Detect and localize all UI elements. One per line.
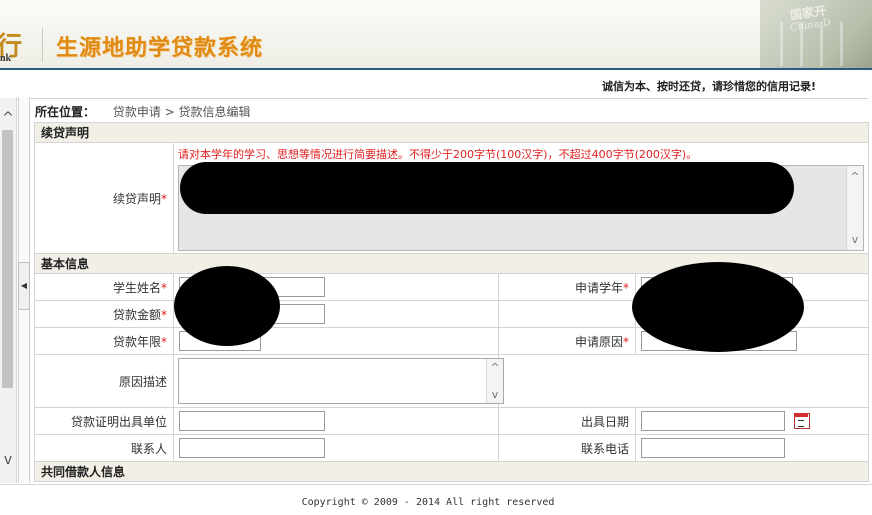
scroll-down-icon[interactable]: v [0, 450, 16, 470]
cert-unit-cell [173, 407, 499, 435]
reason-desc-cell: ^ v [173, 354, 504, 408]
breadcrumb-path: 贷款申请 > 贷款信息编辑 [112, 105, 251, 119]
app-header: 行 nk 生源地助学贷款系统 国家开 China D [0, 0, 872, 70]
issue-date-input[interactable] [641, 411, 785, 431]
building-window [800, 22, 803, 66]
empty-cell [498, 300, 636, 328]
redaction-mark [180, 162, 794, 214]
contact-phone-cell [634, 434, 870, 462]
building-banner-image: 国家开 China D [760, 0, 872, 68]
section-coborrower-title: 共同借款人信息 [33, 461, 870, 482]
scroll-up-icon[interactable]: ^ [0, 108, 16, 128]
scroll-thumb[interactable] [2, 130, 13, 388]
contact-phone-label: 联系电话 [498, 434, 636, 462]
header-divider [42, 28, 43, 62]
apply-reason-label: 申请原因* [498, 327, 636, 355]
building-window [820, 22, 823, 66]
cert-unit-input[interactable] [179, 411, 325, 431]
bank-logo-english: nk [0, 53, 12, 64]
loan-amount-label: 贷款金额* [34, 300, 174, 328]
credit-slogan: 诚信为本、按时还贷，请珍惜您的信用记录! [601, 80, 816, 93]
breadcrumb: 所在位置： 贷款申请 > 贷款信息编辑 [35, 103, 251, 120]
slogan-bar: 诚信为本、按时还贷，请珍惜您的信用记录! [0, 70, 868, 99]
collapse-sidebar-button[interactable]: ◀ [18, 262, 30, 310]
reason-desc-textarea[interactable]: ^ v [178, 358, 504, 404]
system-title: 生源地助学贷款系统 [56, 36, 264, 61]
scroll-up-icon[interactable]: ^ [487, 361, 503, 374]
contact-cell [173, 434, 499, 462]
scroll-up-icon[interactable]: ^ [847, 170, 863, 183]
footer-divider [0, 484, 872, 485]
textarea-scrollbar[interactable]: ^ v [486, 359, 503, 403]
copyright-text: Copyright © 2009 - 2014 All right reserv… [301, 497, 555, 508]
loan-term-label: 贷款年限* [34, 327, 174, 355]
building-window [840, 22, 843, 66]
issue-date-label: 出具日期 [498, 407, 636, 435]
issue-date-cell [634, 407, 870, 435]
breadcrumb-label: 所在位置： [35, 105, 96, 119]
reason-desc-label: 原因描述 [34, 354, 174, 408]
contact-input[interactable] [179, 438, 325, 458]
contact-label: 联系人 [34, 434, 174, 462]
renewal-hint: 请对本学年的学习、思想等情况进行简要描述。不得少于200字节(100汉字)，不超… [178, 148, 698, 161]
building-window [780, 22, 783, 66]
redaction-mark [174, 266, 280, 346]
student-name-label: 学生姓名* [34, 273, 174, 301]
scroll-down-icon[interactable]: v [487, 388, 503, 401]
section-renewal-title: 续贷声明 [33, 122, 870, 143]
contact-phone-input[interactable] [641, 438, 785, 458]
cert-unit-label: 贷款证明出具单位 [34, 407, 174, 435]
calendar-icon[interactable] [793, 413, 810, 429]
renewal-statement-label: 续贷声明* [34, 142, 174, 254]
left-scrollbar[interactable]: ^ v [0, 98, 17, 483]
scroll-down-icon[interactable]: v [847, 233, 863, 246]
textarea-scrollbar[interactable]: ^ v [846, 166, 864, 250]
empty-cell [498, 354, 870, 408]
loan-edit-form: 续贷声明 续贷声明* 请对本学年的学习、思想等情况进行简要描述。不得少于200字… [33, 122, 870, 482]
apply-year-label: 申请学年* [498, 273, 636, 301]
redaction-mark [632, 262, 804, 352]
